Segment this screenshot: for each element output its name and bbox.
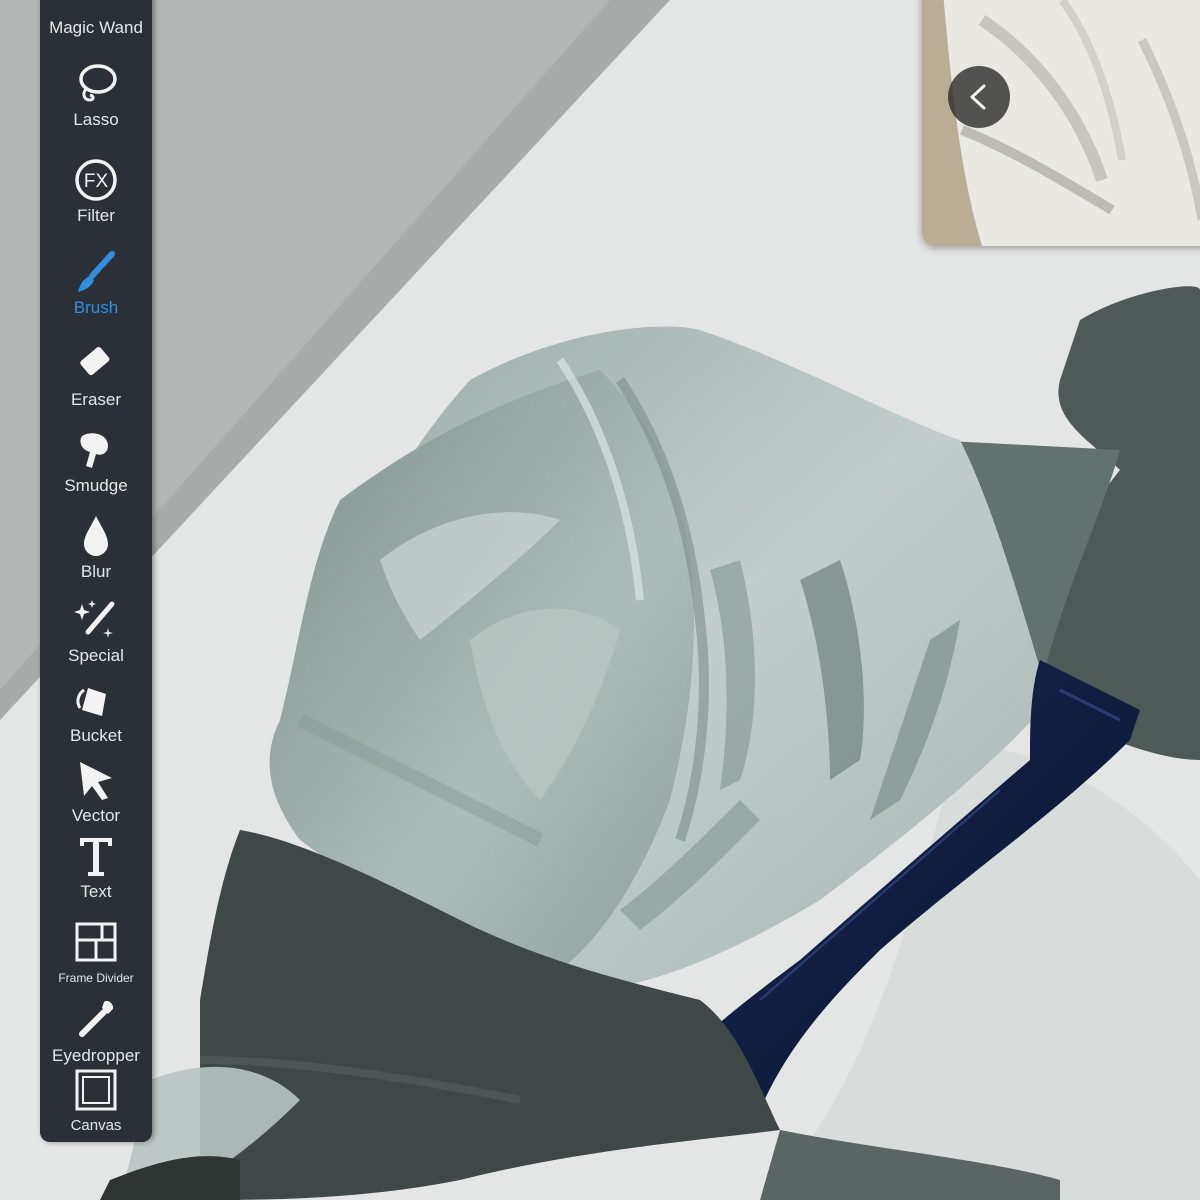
- tool-label: Bucket: [70, 726, 122, 745]
- tools-sidebar: Magic Wand Lasso FX Filter Brush Eraser …: [40, 0, 152, 1142]
- tool-label: Special: [68, 646, 124, 665]
- tool-blur[interactable]: Blur: [40, 512, 152, 596]
- frame-divider-icon: [72, 918, 120, 966]
- tool-label: Eyedropper: [52, 1046, 140, 1065]
- tool-bucket[interactable]: Bucket: [40, 676, 152, 760]
- blur-drop-icon: [72, 512, 120, 560]
- tool-text[interactable]: Text: [40, 832, 152, 916]
- canvas-icon: [72, 1066, 120, 1114]
- tool-lasso[interactable]: Lasso: [40, 60, 152, 144]
- bucket-icon: [72, 676, 120, 724]
- tool-label: Eraser: [70, 390, 122, 409]
- vector-arrow-icon: [72, 756, 120, 804]
- tool-label: Canvas: [70, 1117, 122, 1134]
- tool-special[interactable]: Special: [40, 596, 152, 680]
- tool-label: Smudge: [64, 476, 128, 495]
- collapse-reference-button[interactable]: [948, 66, 1010, 128]
- tool-brush[interactable]: Brush: [40, 248, 152, 332]
- eyedropper-icon: [72, 996, 120, 1044]
- tool-magic-wand[interactable]: Magic Wand: [40, 0, 152, 52]
- tool-label: Frame Divider: [58, 971, 134, 985]
- chevron-left-icon: [970, 84, 986, 110]
- tool-label: Lasso: [73, 110, 119, 129]
- tool-label: Text: [80, 882, 112, 901]
- tool-vector[interactable]: Vector: [40, 756, 152, 840]
- tool-label: Vector: [71, 806, 121, 825]
- tool-canvas[interactable]: Canvas: [40, 1066, 152, 1150]
- tool-label: Magic Wand: [49, 18, 143, 37]
- tool-label: Filter: [77, 206, 115, 225]
- smudge-icon: [72, 426, 120, 474]
- tool-eraser[interactable]: Eraser: [40, 340, 152, 424]
- fx-icon: FX: [72, 156, 120, 204]
- drawing-app-screen: Magic Wand Lasso FX Filter Brush Eraser …: [0, 0, 1200, 1200]
- tool-label: Blur: [80, 562, 112, 581]
- special-wand-icon: [72, 596, 120, 644]
- text-icon: [72, 832, 120, 880]
- tool-filter[interactable]: FX Filter: [40, 156, 152, 240]
- brush-icon: [72, 248, 120, 296]
- eraser-icon: [72, 340, 120, 388]
- magic-wand-icon: [72, 0, 120, 16]
- tool-label: Brush: [73, 298, 119, 317]
- svg-text:FX: FX: [84, 171, 109, 192]
- lasso-icon: [72, 60, 120, 108]
- tool-frame-divider[interactable]: Frame Divider: [40, 918, 152, 1002]
- tool-smudge[interactable]: Smudge: [40, 426, 152, 510]
